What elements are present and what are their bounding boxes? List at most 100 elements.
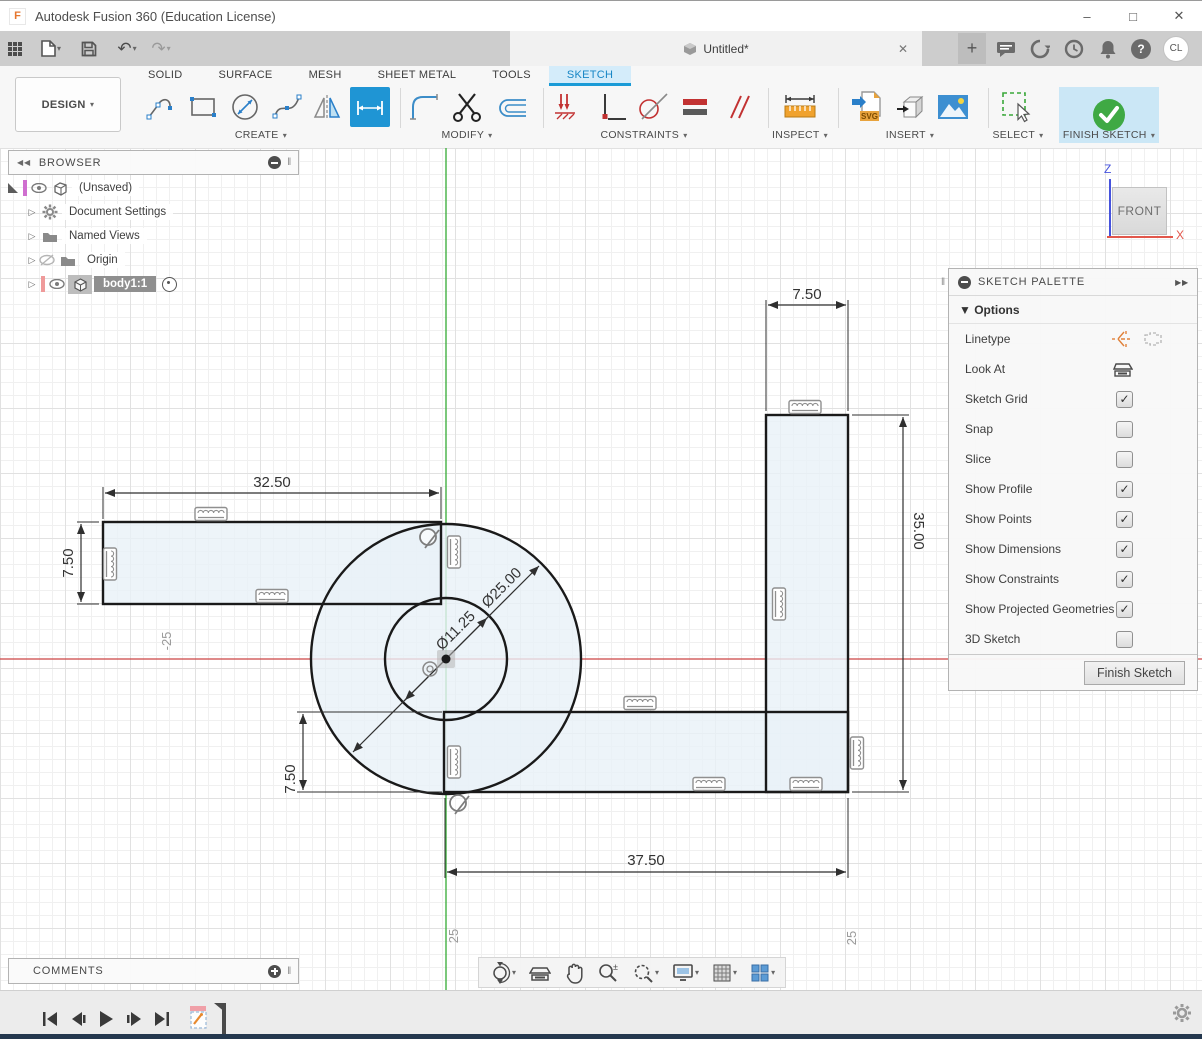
viewports-icon[interactable]: ▾ — [750, 963, 775, 983]
help-icon[interactable]: ? — [1131, 39, 1151, 59]
named-views-label[interactable]: Named Views — [62, 228, 147, 244]
browser-minimize-icon[interactable] — [268, 156, 281, 169]
expander-icon[interactable]: ▷ — [26, 231, 38, 242]
finish-sketch-label[interactable]: FINISH SKETCH ▾ — [1063, 129, 1155, 141]
dimension-tool-icon[interactable] — [350, 87, 390, 127]
palette-grip[interactable]: ‖ — [941, 277, 945, 288]
inspect-group-label[interactable]: INSPECT ▾ — [772, 129, 828, 141]
mirror-tool-icon[interactable] — [310, 90, 344, 124]
insert-group-label[interactable]: INSERT ▾ — [886, 129, 934, 141]
vertical-horizontal-constraint-icon[interactable] — [596, 90, 630, 124]
expander-icon[interactable]: ▷ — [26, 255, 38, 266]
palette-expand-icon[interactable]: ▶▶ — [1175, 278, 1189, 287]
go-to-start-icon[interactable] — [42, 1010, 58, 1028]
expander-icon[interactable]: ▷ — [26, 207, 38, 218]
fix-constraint-icon[interactable] — [548, 90, 582, 124]
construction-linetype-icon[interactable] — [1110, 329, 1132, 349]
palette-options-section[interactable]: ▼ Options — [949, 296, 1197, 324]
tangent-constraint-icon[interactable] — [636, 90, 670, 124]
comments-panel-header[interactable]: COMMENTS ‖ — [8, 958, 299, 984]
eye-icon[interactable] — [48, 279, 66, 289]
line-tool-icon[interactable] — [144, 90, 178, 124]
look-at-icon[interactable] — [1113, 361, 1133, 378]
job-status-icon[interactable] — [1029, 38, 1051, 60]
save-icon[interactable] — [74, 36, 104, 62]
measure-tool-icon[interactable] — [782, 90, 816, 124]
file-menu-icon[interactable]: ▾ — [36, 36, 66, 62]
eye-hidden-icon[interactable] — [38, 254, 56, 266]
pan-icon[interactable] — [564, 962, 584, 984]
viewcube[interactable]: FRONT — [1112, 187, 1167, 235]
orbit-icon[interactable]: ▾ — [489, 962, 516, 984]
close-tab-icon[interactable]: ✕ — [898, 42, 908, 56]
step-back-icon[interactable] — [70, 1010, 86, 1028]
timeline-marker[interactable] — [214, 1001, 228, 1037]
body-label[interactable]: body1:1 — [94, 276, 156, 292]
display-settings-icon[interactable]: ▾ — [672, 963, 699, 982]
go-to-end-icon[interactable] — [154, 1010, 170, 1028]
origin-label[interactable]: Origin — [80, 252, 125, 268]
document-settings-row[interactable]: ▷ Document Settings — [8, 200, 288, 224]
insert-svg-icon[interactable]: SVG — [850, 90, 884, 124]
origin-point[interactable] — [437, 650, 455, 668]
constraints-group-label[interactable]: CONSTRAINTS ▾ — [600, 129, 687, 141]
insert-canvas-icon[interactable] — [936, 90, 970, 124]
eye-icon[interactable] — [30, 183, 48, 193]
slice-checkbox[interactable] — [1116, 451, 1133, 468]
sketch-grid-checkbox[interactable]: ✓ — [1116, 391, 1133, 408]
tab-mesh[interactable]: MESH — [291, 66, 360, 86]
show-dimensions-checkbox[interactable]: ✓ — [1116, 541, 1133, 558]
clock-icon[interactable] — [1063, 38, 1085, 60]
zoom-icon[interactable]: ± — [597, 962, 619, 984]
modify-group-label[interactable]: MODIFY ▾ — [442, 129, 493, 141]
snap-checkbox[interactable] — [1116, 421, 1133, 438]
expander-open-icon[interactable] — [8, 183, 20, 193]
tab-solid[interactable]: SOLID — [130, 66, 201, 86]
close-button[interactable]: ✕ — [1156, 2, 1202, 31]
redo-icon[interactable]: ↷▾ — [146, 36, 176, 62]
named-views-row[interactable]: ▷ Named Views — [8, 224, 288, 248]
trim-tool-icon[interactable] — [450, 90, 484, 124]
new-tab-button[interactable]: + — [958, 33, 986, 64]
step-forward-icon[interactable] — [126, 1010, 142, 1028]
timeline-sketch-feature[interactable] — [188, 1002, 214, 1036]
comment-icon[interactable] — [995, 38, 1017, 60]
finish-sketch-palette-button[interactable]: Finish Sketch — [1084, 661, 1185, 685]
show-projected-geometries-checkbox[interactable]: ✓ — [1116, 601, 1133, 618]
sketch-palette-header[interactable]: SKETCH PALETTE ▶▶ — [949, 269, 1197, 296]
select-group-label[interactable]: SELECT ▾ — [992, 129, 1043, 141]
rectangle-tool-icon[interactable] — [186, 90, 220, 124]
root-label[interactable]: (Unsaved) — [72, 180, 139, 196]
play-icon[interactable] — [98, 1010, 114, 1028]
timeline-gear-icon[interactable] — [1172, 1003, 1192, 1023]
insert-mesh-icon[interactable] — [894, 90, 928, 124]
offset-tool-icon[interactable] — [494, 90, 528, 124]
body-row[interactable]: ▷ body1:1 — [8, 272, 288, 296]
centerline-linetype-icon[interactable] — [1141, 329, 1163, 349]
palette-minimize-icon[interactable] — [958, 276, 971, 289]
3d-sketch-checkbox[interactable] — [1116, 631, 1133, 648]
origin-row[interactable]: ▷ Origin — [8, 248, 288, 272]
select-tool-icon[interactable] — [1000, 90, 1034, 124]
browser-grip[interactable]: ‖ — [287, 157, 292, 168]
tab-sheet-metal[interactable]: SHEET METAL — [360, 66, 475, 86]
equal-constraint-icon[interactable] — [678, 90, 712, 124]
tab-sketch[interactable]: SKETCH — [549, 66, 631, 86]
activate-component-radio[interactable] — [162, 277, 177, 292]
browser-collapse-icon[interactable]: ◀◀ — [17, 158, 31, 167]
grid-settings-icon[interactable]: ▾ — [712, 963, 737, 983]
tab-tools[interactable]: TOOLS — [474, 66, 549, 86]
create-group-label[interactable]: CREATE ▾ — [235, 129, 287, 141]
circle-tool-icon[interactable] — [228, 90, 262, 124]
document-settings-label[interactable]: Document Settings — [62, 204, 173, 220]
comments-grip[interactable]: ‖ — [287, 966, 292, 977]
app-grid-icon[interactable] — [0, 36, 30, 62]
maximize-button[interactable]: □ — [1110, 2, 1156, 31]
parallel-constraint-icon[interactable] — [720, 90, 754, 124]
show-profile-checkbox[interactable]: ✓ — [1116, 481, 1133, 498]
browser-root-row[interactable]: (Unsaved) — [8, 176, 288, 200]
show-constraints-checkbox[interactable]: ✓ — [1116, 571, 1133, 588]
undo-icon[interactable]: ↶▾ — [112, 36, 142, 62]
fit-view-icon[interactable]: ▾ — [632, 962, 659, 984]
show-points-checkbox[interactable]: ✓ — [1116, 511, 1133, 528]
